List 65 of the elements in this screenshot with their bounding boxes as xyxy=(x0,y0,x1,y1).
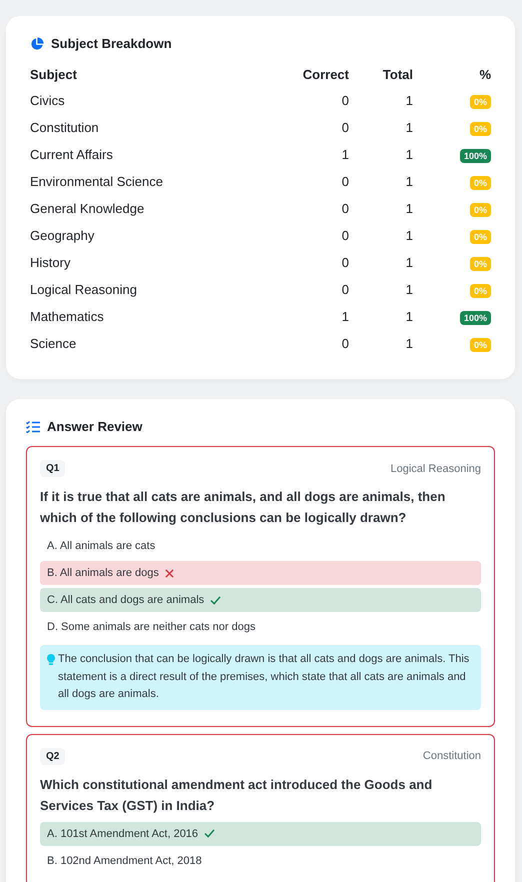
table-cell-text: 1 xyxy=(404,308,413,326)
pie-chart-icon xyxy=(30,36,44,50)
column-header: % xyxy=(478,66,491,84)
table-cell-text: Science xyxy=(30,335,78,353)
table-cell-text: 1 xyxy=(404,254,413,272)
table-cell-text: Current Affairs xyxy=(30,146,114,164)
percent-badge: 0% xyxy=(470,202,491,216)
percent-badge: 0% xyxy=(470,230,491,244)
table-cell-text: 1 xyxy=(404,335,413,353)
option-text: A. All animals are cats xyxy=(46,539,156,554)
table-cell-text: Constitution xyxy=(30,119,100,137)
percent-badge: 100% xyxy=(460,148,491,162)
table-cell-text: 0 xyxy=(340,281,349,299)
table-cell-text: 1 xyxy=(404,173,413,191)
lightbulb-icon xyxy=(47,654,55,665)
table-cell-text: History xyxy=(30,254,72,272)
explanation-text: The conclusion that can be logically drawn is that all cats and dogs are animals. This statement is a direct result of the premises, which state that all cats are animals and all dogs are animals. xyxy=(58,652,470,702)
table-cell-text: Civics xyxy=(30,92,66,110)
table-cell-text: 0 xyxy=(340,92,349,110)
percent-badge: 0% xyxy=(470,122,491,136)
card-title: Answer Review xyxy=(47,419,142,434)
question-subject: Constitution xyxy=(422,750,481,762)
table-cell-text: Mathematics xyxy=(30,308,105,326)
table-cell-text: 0 xyxy=(340,254,349,272)
cross-icon xyxy=(164,568,174,578)
table-cell-text: 1 xyxy=(404,281,413,299)
percent-badge: 0% xyxy=(470,338,491,352)
card-title: Subject Breakdown xyxy=(51,36,172,51)
question-number: Q1 xyxy=(40,460,66,477)
column-header: Correct xyxy=(302,66,349,84)
table-cell-text: Geography xyxy=(30,227,96,245)
table-cell-text: 1 xyxy=(404,119,413,137)
table-cell-text: 0 xyxy=(340,173,349,191)
question-subject: Logical Reasoning xyxy=(390,462,481,474)
column-header: Subject xyxy=(30,66,78,84)
question-text: If it is true that all cats are animals, and all dogs are animals, then which of the following conclusions can be logically drawn? xyxy=(40,488,446,527)
question-number: Q2 xyxy=(40,748,66,764)
table-cell-text: 1 xyxy=(404,92,413,110)
question-text: Which constitutional amendment act introduced the Goods and Services Tax (GST) in India? xyxy=(40,776,434,815)
table-cell-text: 0 xyxy=(340,119,349,137)
check-icon xyxy=(210,596,222,604)
table-cell-text: 1 xyxy=(340,146,349,164)
table-cell-text: General Knowledge xyxy=(30,200,146,218)
option-text: B. All animals are dogs xyxy=(47,567,159,579)
table-cell-text: 1 xyxy=(404,227,413,245)
option-text: C. All cats and dogs are animals xyxy=(47,594,204,606)
percent-badge: 0% xyxy=(470,176,491,190)
option-text: B. 102nd Amendment Act, 2018 xyxy=(46,854,203,868)
table-cell-text: 0 xyxy=(340,200,349,218)
column-header: Total xyxy=(349,63,413,87)
percent-badge: 0% xyxy=(470,256,491,270)
table-cell-text: 0 xyxy=(340,335,349,353)
percent-badge: 100% xyxy=(460,310,491,324)
option-text: D. Some animals are neither cats nor dogs xyxy=(46,620,256,635)
table-cell-text: Environmental Science xyxy=(30,173,164,191)
table-cell-text: 1 xyxy=(404,200,413,218)
table-cell-text: 0 xyxy=(340,227,349,245)
percent-badge: 0% xyxy=(470,94,491,108)
percent-badge: 0% xyxy=(470,284,491,298)
checklist-icon xyxy=(26,420,40,432)
check-icon xyxy=(204,829,216,838)
table-cell-text: 1 xyxy=(404,146,413,164)
table-cell-text: 1 xyxy=(340,308,349,326)
option-text: A. 101st Amendment Act, 2016 xyxy=(47,828,198,840)
table-cell-text: Logical Reasoning xyxy=(30,281,138,299)
